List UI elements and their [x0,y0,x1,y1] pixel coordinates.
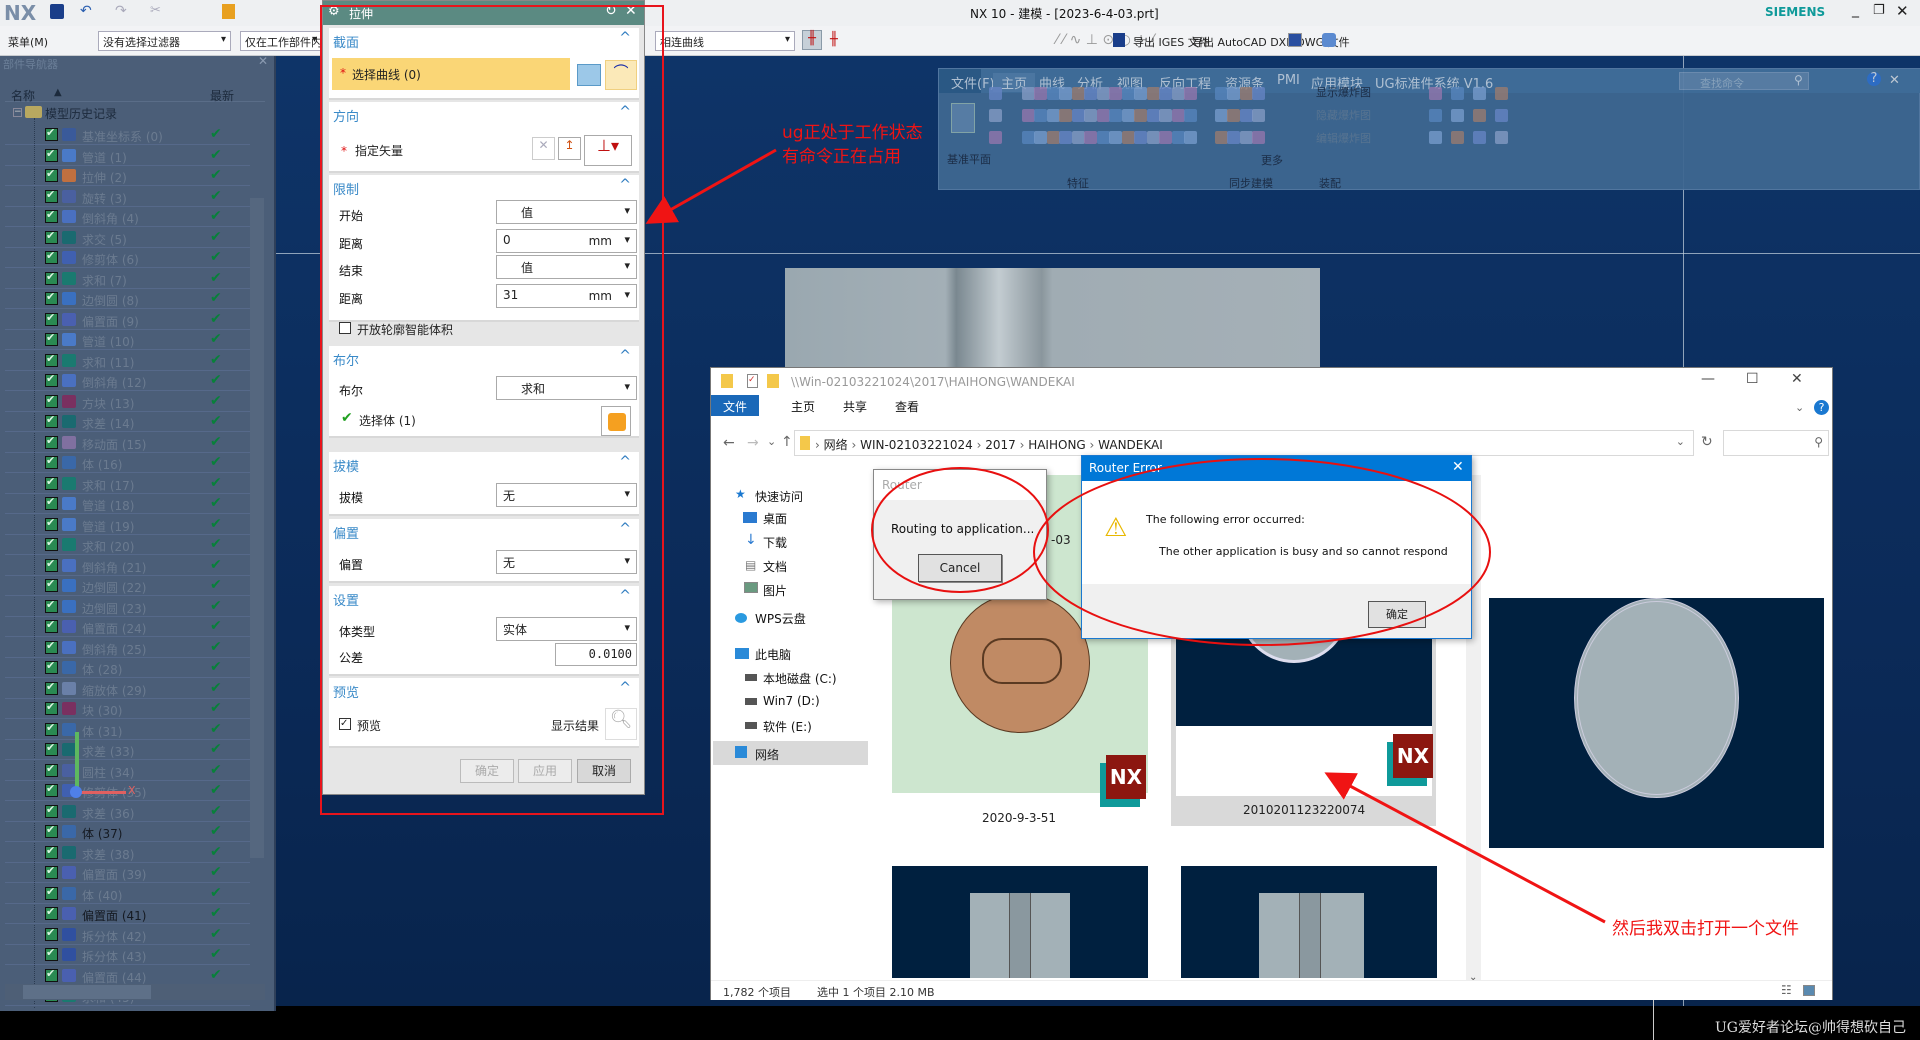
annotation-arrow-1 [645,148,777,224]
annotation-ellipse-error [1033,458,1491,646]
annotation-arrow-2 [1324,772,1606,924]
annotation-text-1a: ug正处于工作状态 [782,123,923,143]
annotation-text-1b: 有命令正在占用 [782,147,901,167]
annotation-text-2: 然后我双击打开一个文件 [1612,919,1799,939]
open-profile-checkbox[interactable] [339,322,351,334]
annotation-ellipse-router [871,467,1049,593]
annotation-overlay [645,148,1606,924]
watermark: UG爱好者论坛@帅得想砍自己 [1715,1020,1906,1036]
open-profile-label: 开放轮廓智能体积 [357,323,454,337]
